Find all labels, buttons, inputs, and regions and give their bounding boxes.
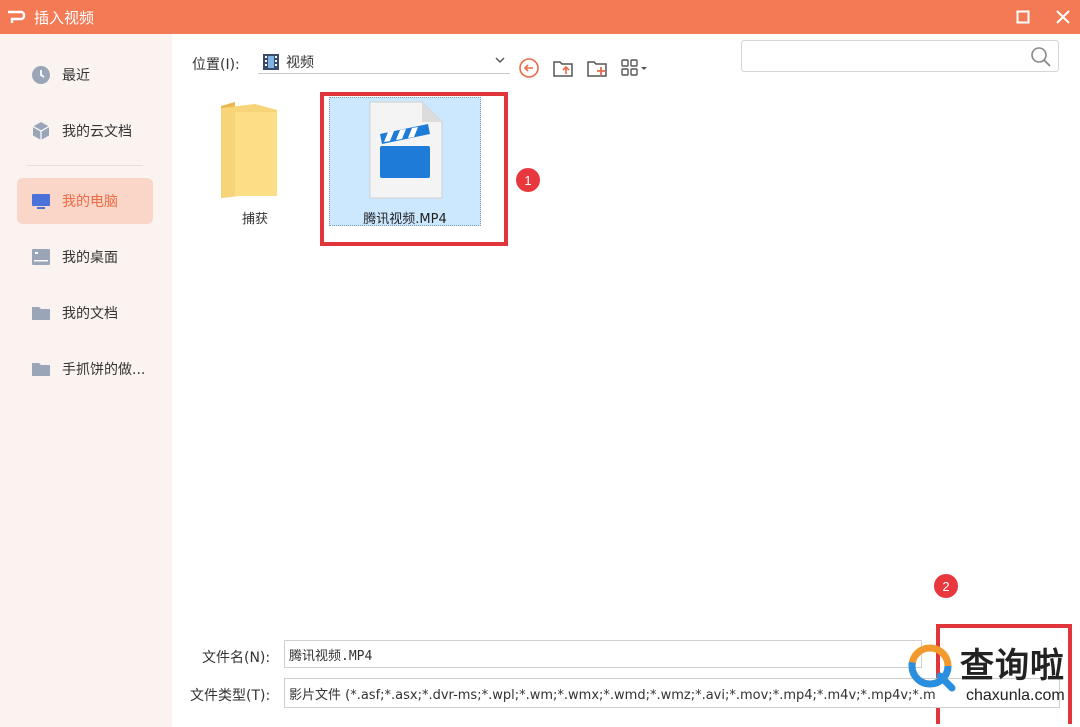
sidebar-item-cloud-docs[interactable]: 我的云文档 — [17, 108, 153, 154]
new-folder-icon — [587, 61, 607, 77]
location-label: 位置(I): — [192, 57, 240, 73]
video-folder-icon — [262, 53, 280, 71]
sidebar-item-recent[interactable]: 最近 — [17, 52, 153, 98]
desktop-icon — [30, 246, 52, 268]
title-bar: 插入视频 — [0, 0, 1080, 34]
app-logo-icon — [2, 0, 32, 34]
up-folder-button[interactable] — [550, 56, 576, 80]
search-box — [741, 40, 1059, 72]
folder-icon — [30, 358, 52, 380]
location-value: 视频 — [286, 54, 314, 71]
view-mode-button[interactable] — [618, 56, 652, 80]
sidebar-item-label: 手抓饼的做... — [62, 362, 146, 378]
sidebar-item-label: 我的桌面 — [62, 250, 118, 266]
clock-icon — [30, 64, 52, 86]
sidebar-item-desktop[interactable]: 我的桌面 — [17, 234, 153, 280]
back-button[interactable] — [516, 56, 542, 80]
file-item-folder[interactable]: 捕获 — [210, 100, 300, 230]
sidebar-item-label: 最近 — [62, 68, 90, 84]
grid-view-icon — [621, 59, 647, 76]
watermark: 查询啦 chaxunla.com — [900, 610, 1080, 727]
sidebar-item-label: 我的云文档 — [62, 124, 132, 140]
maximize-button[interactable] — [1005, 0, 1041, 34]
window-title: 插入视频 — [34, 8, 95, 27]
folder-up-icon — [553, 61, 573, 77]
folder-icon — [221, 102, 277, 198]
watermark-text-en: chaxunla.com — [966, 687, 1065, 704]
sidebar: 最近 我的云文档 我的电脑 我的桌面 我的文档 手抓饼的做... — [0, 34, 172, 727]
filename-label: 文件名(N): — [202, 650, 271, 666]
close-button[interactable] — [1045, 0, 1080, 34]
search-input[interactable] — [742, 41, 1022, 71]
sidebar-item-my-computer[interactable]: 我的电脑 — [17, 178, 153, 224]
maximize-icon — [1016, 10, 1030, 24]
sidebar-item-my-docs[interactable]: 我的文档 — [17, 290, 153, 336]
sidebar-item-label: 我的电脑 — [62, 194, 118, 210]
step-badge-2: 2 — [934, 574, 958, 598]
file-browser-main: 位置(I): 视频 捕获 腾讯视频.MP4 1 2 文件名(N): 腾讯视频.M… — [172, 34, 1080, 727]
file-name: 捕获 — [241, 212, 268, 227]
step-badge-1: 1 — [516, 168, 540, 192]
back-arrow-icon — [519, 58, 539, 78]
sidebar-divider — [27, 165, 143, 166]
search-icon[interactable] — [1030, 46, 1052, 68]
watermark-logo-icon — [908, 644, 956, 692]
monitor-icon — [30, 190, 52, 212]
sidebar-item-folder-pancake[interactable]: 手抓饼的做... — [17, 346, 153, 392]
new-folder-button[interactable] — [584, 56, 610, 80]
close-icon — [1056, 10, 1070, 24]
watermark-text-cn: 查询啦 — [960, 646, 1065, 686]
chevron-down-icon — [494, 54, 506, 70]
folder-icon — [30, 302, 52, 324]
filetype-label: 文件类型(T): — [190, 688, 271, 704]
highlight-box-video — [320, 92, 508, 246]
filename-input[interactable]: 腾讯视频.MP4 — [284, 640, 922, 668]
cloud-cube-icon — [30, 120, 52, 142]
sidebar-item-label: 我的文档 — [62, 306, 118, 322]
location-dropdown[interactable]: 视频 — [258, 50, 510, 74]
